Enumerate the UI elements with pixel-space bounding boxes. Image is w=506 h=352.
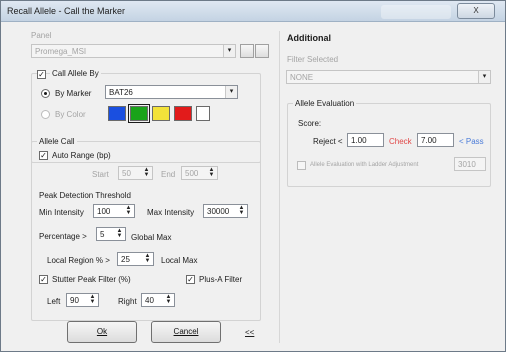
start-value: 50 (122, 169, 131, 178)
max-intensity-input[interactable]: 30000 ▲ ▼ (203, 204, 248, 218)
local-region-input[interactable]: 25 ▲ ▼ (117, 252, 154, 266)
by-color-label: By Color (55, 110, 86, 119)
local-region-label: Local Region % > (47, 256, 110, 265)
spinner-icon: ▲ ▼ (116, 228, 123, 239)
by-color-radio[interactable] (41, 110, 50, 119)
spinner-icon: ▲ ▼ (144, 253, 151, 264)
percentage-label: Percentage > (39, 232, 87, 241)
filter-value: NONE (290, 73, 314, 82)
call-allele-by-label: Call Allele By (50, 69, 101, 78)
ladder-adjustment-value: 3010 (458, 160, 476, 169)
color-swatch-green[interactable] (128, 104, 150, 123)
auto-range-label: Auto Range (bp) (52, 151, 111, 160)
marker-value: BAT26 (109, 88, 133, 97)
pass-label: < Pass (459, 137, 484, 146)
filter-label: Filter Selected (287, 55, 339, 64)
panel-button-1[interactable] (240, 44, 254, 58)
spinner-icon: ▲ ▼ (143, 167, 150, 178)
max-intensity-label: Max Intensity (147, 208, 195, 217)
by-marker-label: By Marker (55, 89, 92, 98)
ladder-adjustment-checkbox[interactable] (297, 161, 306, 170)
check-label: Check (389, 137, 412, 146)
by-marker-radio[interactable] (41, 89, 50, 98)
ok-button[interactable]: Ok (67, 321, 137, 343)
left-value: 90 (70, 296, 79, 305)
color-swatch-yellow[interactable] (152, 106, 170, 121)
reject-input[interactable]: 1.00 (347, 133, 384, 147)
color-swatch-white[interactable] (196, 106, 210, 121)
additional-heading: Additional (287, 33, 331, 43)
end-value: 500 (185, 169, 199, 178)
panel-separator (279, 31, 280, 343)
plus-a-filter-label: Plus-A Filter (199, 275, 243, 284)
plus-a-filter-checkbox[interactable]: ✓ (186, 275, 195, 284)
start-input[interactable]: 50 ▲ ▼ (118, 166, 153, 180)
color-swatch-red[interactable] (174, 106, 192, 121)
global-max-label: Global Max (131, 233, 172, 242)
close-button[interactable]: X (457, 3, 495, 19)
local-region-value: 25 (121, 255, 130, 264)
ladder-adjustment-input[interactable]: 3010 (454, 157, 486, 171)
title-bar[interactable]: Recall Allele - Call the Marker X (1, 1, 505, 22)
check-value: 7.00 (421, 136, 437, 145)
chevron-down-icon: ▾ (478, 71, 490, 83)
allele-call-label: Allele Call (37, 137, 77, 146)
local-max-label: Local Max (161, 256, 198, 265)
min-intensity-label: Min Intensity (39, 208, 84, 217)
max-intensity-value: 30000 (207, 207, 230, 216)
peak-detection-label: Peak Detection Threshold (39, 191, 131, 200)
end-label: End (161, 170, 176, 179)
filter-dropdown[interactable]: NONE ▾ (286, 70, 491, 84)
chevron-down-icon: ▾ (223, 45, 235, 57)
end-input[interactable]: 500 ▲ ▼ (181, 166, 218, 180)
color-swatch-blue[interactable] (108, 106, 126, 121)
panel-button-2[interactable] (255, 44, 269, 58)
spinner-icon: ▲ ▼ (125, 205, 132, 216)
title-bar-highlight (381, 5, 451, 19)
percentage-input[interactable]: 5 ▲ ▼ (96, 227, 126, 241)
allele-evaluation-label: Allele Evaluation (293, 99, 357, 108)
spinner-icon: ▲ ▼ (89, 294, 96, 305)
marker-dropdown[interactable]: BAT26 ▾ (105, 85, 238, 99)
score-label: Score: (298, 119, 322, 128)
left-label: Left (47, 297, 61, 306)
window-title: Recall Allele - Call the Marker (7, 6, 126, 16)
reject-label: Reject < (313, 137, 343, 146)
percentage-value: 5 (100, 230, 105, 239)
chevron-down-icon: ▾ (225, 86, 237, 98)
stutter-filter-checkbox[interactable]: ✓ (39, 275, 48, 284)
min-intensity-input[interactable]: 100 ▲ ▼ (93, 204, 135, 218)
min-intensity-value: 100 (97, 207, 111, 216)
panel-dropdown[interactable]: Promega_MSI ▾ (31, 44, 236, 58)
spinner-icon: ▲ ▼ (208, 167, 215, 178)
check-input[interactable]: 7.00 (417, 133, 454, 147)
left-input[interactable]: 90 ▲ ▼ (66, 293, 99, 307)
panel-value: Promega_MSI (35, 47, 87, 56)
right-input[interactable]: 40 ▲ ▼ (141, 293, 175, 307)
start-label: Start (92, 170, 109, 179)
collapse-link[interactable]: << (245, 328, 254, 337)
panel-label: Panel (31, 31, 52, 40)
spinner-icon: ▲ ▼ (165, 294, 172, 305)
reject-value: 1.00 (351, 136, 367, 145)
right-label: Right (118, 297, 137, 306)
cancel-button[interactable]: Cancel (151, 321, 221, 343)
right-value: 40 (145, 296, 154, 305)
recall-allele-dialog: Recall Allele - Call the Marker X Panel … (0, 0, 506, 352)
call-allele-by-checkbox[interactable]: ✓ (37, 70, 46, 79)
ladder-adjustment-label: Allele Evaluation with Ladder Adjustment (310, 162, 419, 168)
auto-range-checkbox[interactable]: ✓ (39, 151, 48, 160)
stutter-filter-label: Stutter Peak Filter (%) (52, 275, 131, 284)
spinner-icon: ▲ ▼ (238, 205, 245, 216)
